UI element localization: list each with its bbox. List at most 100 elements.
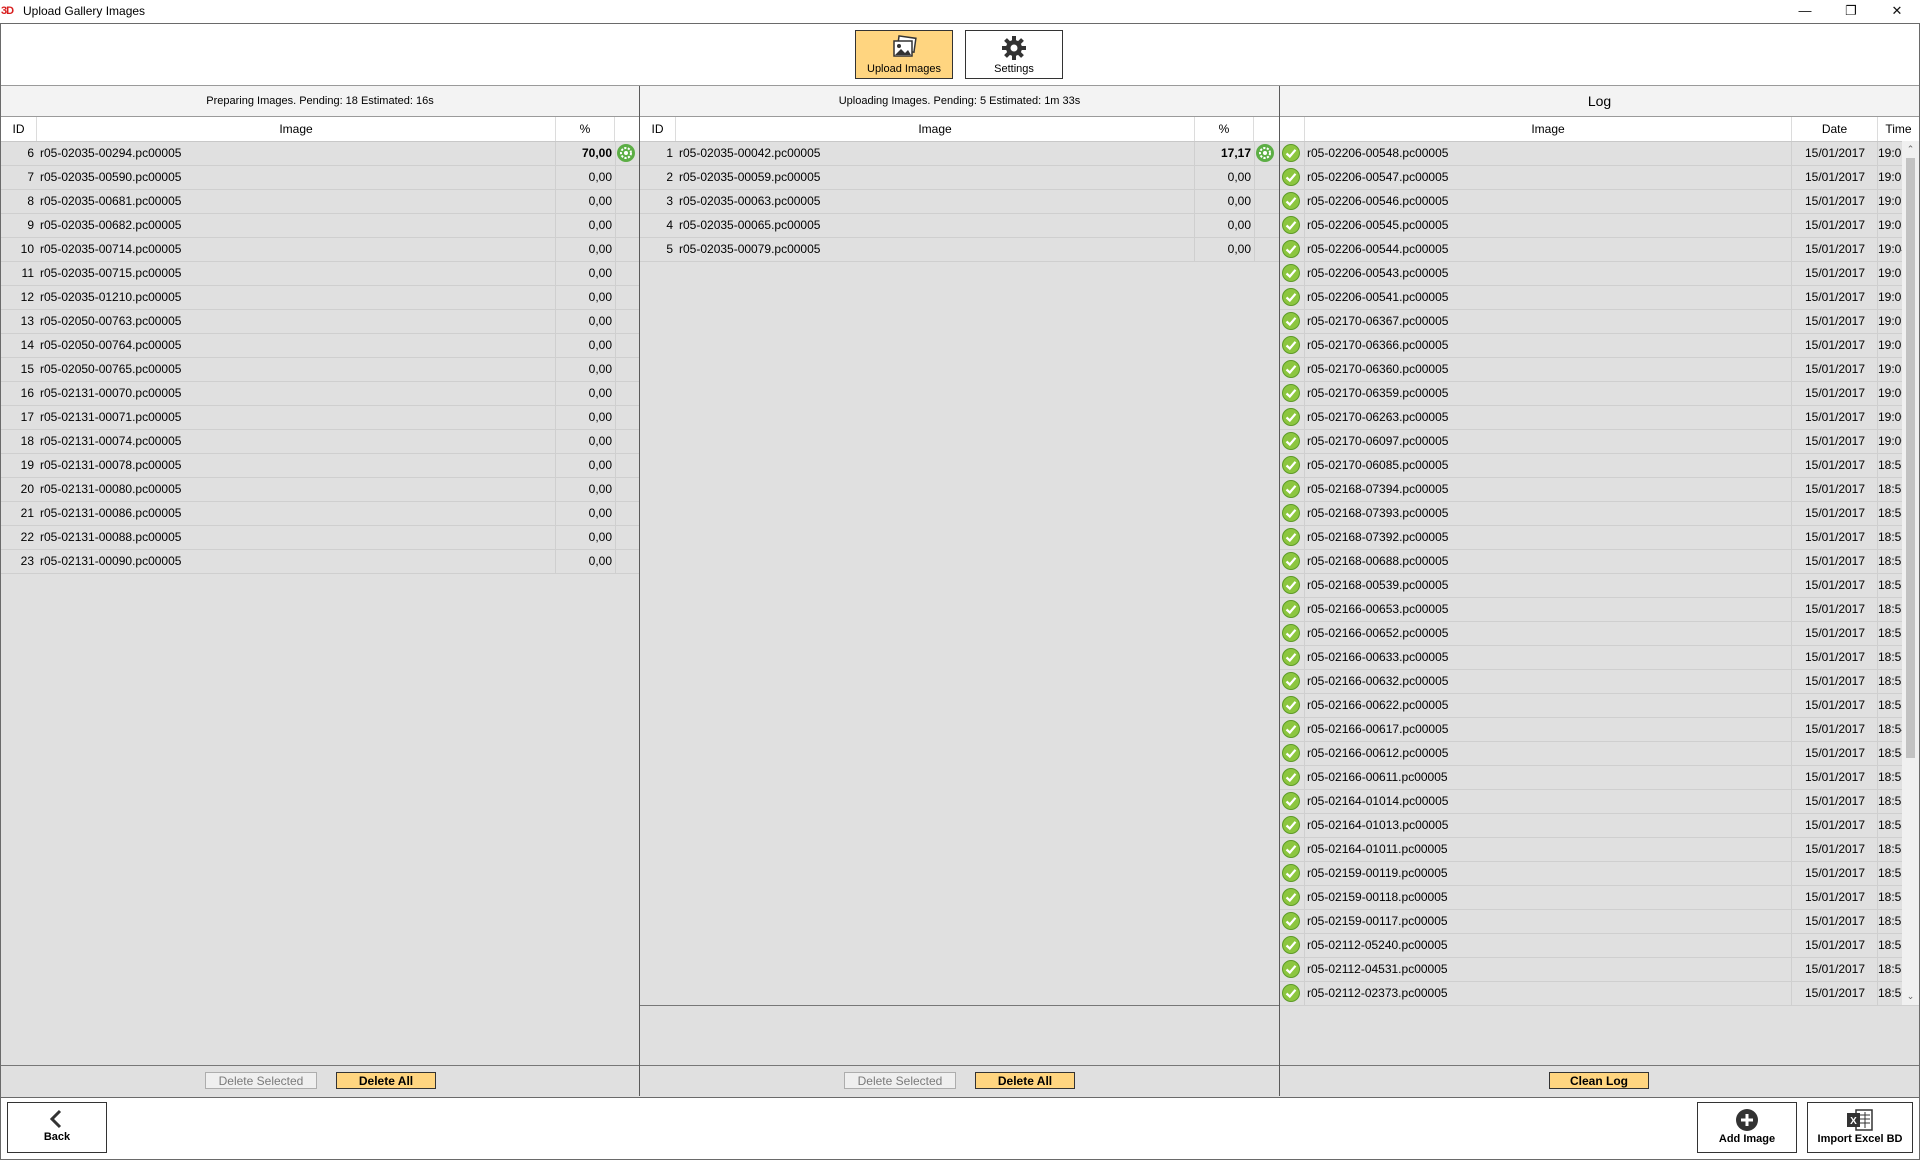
log-date: 15/01/2017 (1804, 386, 1866, 400)
back-button[interactable]: Back (7, 1102, 107, 1153)
delete-all-button[interactable]: Delete All (975, 1072, 1075, 1089)
scroll-thumb[interactable] (1906, 158, 1915, 758)
close-button[interactable]: ✕ (1874, 0, 1920, 22)
log-row[interactable]: r05-02164-01013.pc00005 15/01/2017 18:53 (1280, 814, 1919, 838)
column-time[interactable]: Time (1878, 117, 1919, 141)
log-row[interactable]: r05-02170-06359.pc00005 15/01/2017 19:00 (1280, 382, 1919, 406)
log-row[interactable]: r05-02112-04531.pc00005 15/01/2017 18:51 (1280, 958, 1919, 982)
table-row[interactable]: 20 r05-02131-00080.pc00005 0,00 (1, 478, 639, 502)
table-row[interactable]: 19 r05-02131-00078.pc00005 0,00 (1, 454, 639, 478)
table-row[interactable]: 10 r05-02035-00714.pc00005 0,00 (1, 238, 639, 262)
table-row[interactable]: 15 r05-02050-00765.pc00005 0,00 (1, 358, 639, 382)
upload-images-tab[interactable]: Upload Images (855, 30, 953, 79)
column-date[interactable]: Date (1792, 117, 1878, 141)
log-scrollbar[interactable]: ⌃ ⌄ (1902, 141, 1919, 1005)
scroll-down-arrow[interactable]: ⌄ (1902, 988, 1919, 1005)
column-id[interactable]: ID (640, 117, 676, 141)
table-row[interactable]: 22 r05-02131-00088.pc00005 0,00 (1, 526, 639, 550)
log-row[interactable]: r05-02166-00612.pc00005 15/01/2017 18:54 (1280, 742, 1919, 766)
column-percent[interactable]: % (1195, 117, 1254, 141)
column-image[interactable]: Image (1305, 117, 1792, 141)
row-percent: 0,00 (588, 314, 612, 328)
add-image-button[interactable]: Add Image (1697, 1102, 1797, 1153)
log-row[interactable]: r05-02206-00548.pc00005 15/01/2017 19:07 (1280, 142, 1919, 166)
log-image-name: r05-02166-00617.pc00005 (1307, 722, 1449, 736)
table-row[interactable]: 6 r05-02035-00294.pc00005 70,00 (1, 142, 639, 166)
log-row[interactable]: r05-02168-07392.pc00005 15/01/2017 18:58 (1280, 526, 1919, 550)
column-id[interactable]: ID (1, 117, 37, 141)
log-row[interactable]: r05-02166-00652.pc00005 15/01/2017 18:56 (1280, 622, 1919, 646)
log-row[interactable]: r05-02168-07394.pc00005 15/01/2017 18:59 (1280, 478, 1919, 502)
log-row[interactable]: r05-02170-06360.pc00005 15/01/2017 19:01 (1280, 358, 1919, 382)
table-row[interactable]: 14 r05-02050-00764.pc00005 0,00 (1, 334, 639, 358)
log-row[interactable]: r05-02170-06366.pc00005 15/01/2017 19:01 (1280, 334, 1919, 358)
table-row[interactable]: 12 r05-02035-01210.pc00005 0,00 (1, 286, 639, 310)
table-row[interactable]: 1 r05-02035-00042.pc00005 17,17 (640, 142, 1279, 166)
scroll-up-arrow[interactable]: ⌃ (1902, 141, 1919, 158)
log-date: 15/01/2017 (1804, 530, 1866, 544)
table-row[interactable]: 7 r05-02035-00590.pc00005 0,00 (1, 166, 639, 190)
log-row[interactable]: r05-02170-06097.pc00005 15/01/2017 19:00 (1280, 430, 1919, 454)
table-row[interactable]: 8 r05-02035-00681.pc00005 0,00 (1, 190, 639, 214)
minimize-button[interactable]: — (1782, 0, 1828, 22)
log-time: 19:01 (1878, 338, 1909, 352)
log-row[interactable]: r05-02170-06263.pc00005 15/01/2017 19:00 (1280, 406, 1919, 430)
table-row[interactable]: 16 r05-02131-00070.pc00005 0,00 (1, 382, 639, 406)
table-row[interactable]: 3 r05-02035-00063.pc00005 0,00 (640, 190, 1279, 214)
table-row[interactable]: 11 r05-02035-00715.pc00005 0,00 (1, 262, 639, 286)
delete-selected-button[interactable]: Delete Selected (844, 1072, 956, 1089)
log-row[interactable]: r05-02168-07393.pc00005 15/01/2017 18:58 (1280, 502, 1919, 526)
delete-all-button[interactable]: Delete All (336, 1072, 436, 1089)
log-row[interactable]: r05-02112-05240.pc00005 15/01/2017 18:51 (1280, 934, 1919, 958)
log-row[interactable]: r05-02166-00632.pc00005 15/01/2017 18:55 (1280, 670, 1919, 694)
log-row[interactable]: r05-02168-00539.pc00005 15/01/2017 18:57 (1280, 574, 1919, 598)
column-separator (1304, 286, 1305, 309)
table-row[interactable]: 23 r05-02131-00090.pc00005 0,00 (1, 550, 639, 574)
log-row[interactable]: r05-02164-01011.pc00005 15/01/2017 18:52 (1280, 838, 1919, 862)
log-row[interactable]: r05-02166-00653.pc00005 15/01/2017 18:57 (1280, 598, 1919, 622)
log-row[interactable]: r05-02164-01014.pc00005 15/01/2017 18:53 (1280, 790, 1919, 814)
log-row[interactable]: r05-02170-06085.pc00005 15/01/2017 18:59 (1280, 454, 1919, 478)
table-row[interactable]: 13 r05-02050-00763.pc00005 0,00 (1, 310, 639, 334)
table-row[interactable]: 5 r05-02035-00079.pc00005 0,00 (640, 238, 1279, 262)
column-separator (1304, 334, 1305, 357)
log-row[interactable]: r05-02168-00688.pc00005 15/01/2017 18:57 (1280, 550, 1919, 574)
log-row[interactable]: r05-02112-02373.pc00005 15/01/2017 18:50 (1280, 982, 1919, 1006)
table-row[interactable]: 4 r05-02035-00065.pc00005 0,00 (640, 214, 1279, 238)
log-row[interactable]: r05-02166-00617.pc00005 15/01/2017 18:54 (1280, 718, 1919, 742)
log-row[interactable]: r05-02166-00633.pc00005 15/01/2017 18:56 (1280, 646, 1919, 670)
log-row[interactable]: r05-02206-00543.pc00005 15/01/2017 19:03 (1280, 262, 1919, 286)
delete-selected-button[interactable]: Delete Selected (205, 1072, 317, 1089)
log-time: 18:54 (1878, 722, 1909, 736)
log-row[interactable]: r05-02166-00611.pc00005 15/01/2017 18:53 (1280, 766, 1919, 790)
clean-log-button[interactable]: Clean Log (1549, 1072, 1649, 1089)
settings-tab[interactable]: Settings (965, 30, 1063, 79)
log-row[interactable]: r05-02206-00541.pc00005 15/01/2017 19:03 (1280, 286, 1919, 310)
log-row[interactable]: r05-02159-00119.pc00005 15/01/2017 18:52 (1280, 862, 1919, 886)
row-image-name: r05-02050-00764.pc00005 (40, 338, 182, 352)
restore-button[interactable]: ❐ (1828, 0, 1874, 22)
row-percent: 0,00 (588, 290, 612, 304)
table-row[interactable]: 21 r05-02131-00086.pc00005 0,00 (1, 502, 639, 526)
log-row[interactable]: r05-02159-00118.pc00005 15/01/2017 18:52 (1280, 886, 1919, 910)
table-row[interactable]: 17 r05-02131-00071.pc00005 0,00 (1, 406, 639, 430)
column-status[interactable] (1280, 117, 1305, 141)
table-row[interactable]: 18 r05-02131-00074.pc00005 0,00 (1, 430, 639, 454)
column-separator (555, 430, 556, 453)
log-row[interactable]: r05-02166-00622.pc00005 15/01/2017 18:55 (1280, 694, 1919, 718)
table-row[interactable]: 2 r05-02035-00059.pc00005 0,00 (640, 166, 1279, 190)
log-row[interactable]: r05-02206-00545.pc00005 15/01/2017 19:05 (1280, 214, 1919, 238)
log-row[interactable]: r05-02206-00544.pc00005 15/01/2017 19:04 (1280, 238, 1919, 262)
column-percent[interactable]: % (556, 117, 615, 141)
log-time: 18:53 (1878, 794, 1909, 808)
column-image[interactable]: Image (37, 117, 556, 141)
log-row[interactable]: r05-02159-00117.pc00005 15/01/2017 18:51 (1280, 910, 1919, 934)
column-separator (555, 550, 556, 573)
log-row[interactable]: r05-02206-00546.pc00005 15/01/2017 19:06 (1280, 190, 1919, 214)
column-image[interactable]: Image (676, 117, 1195, 141)
success-check-icon (1282, 408, 1300, 426)
table-row[interactable]: 9 r05-02035-00682.pc00005 0,00 (1, 214, 639, 238)
log-row[interactable]: r05-02206-00547.pc00005 15/01/2017 19:06 (1280, 166, 1919, 190)
import-excel-button[interactable]: X Import Excel BD (1807, 1102, 1913, 1153)
log-row[interactable]: r05-02170-06367.pc00005 15/01/2017 19:02 (1280, 310, 1919, 334)
